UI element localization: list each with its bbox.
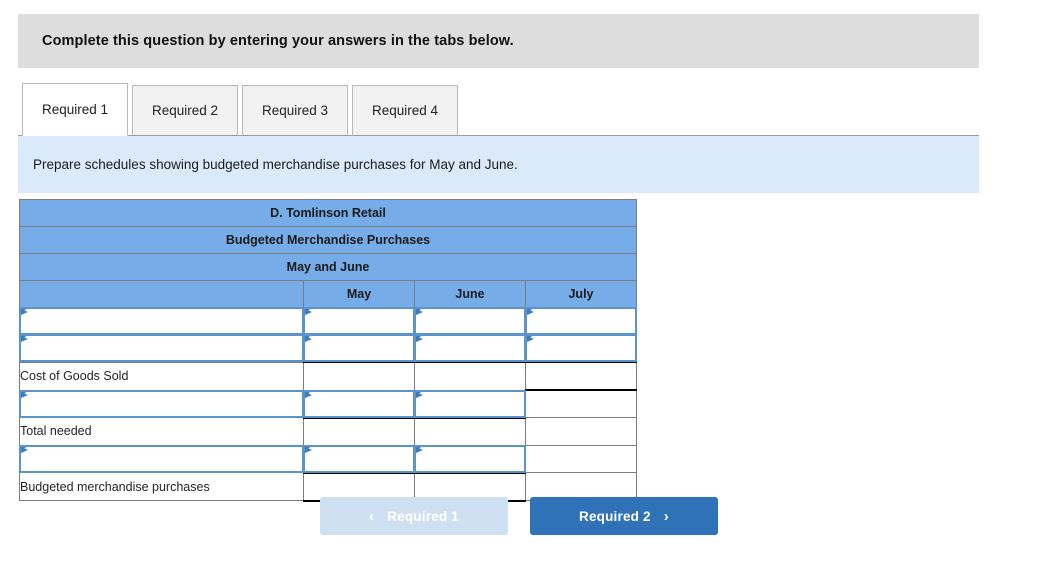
row-6-may-cell[interactable] <box>303 444 415 473</box>
requirement-navigation: ‹ Required 1 Required 2 › <box>0 497 1038 535</box>
question-banner: Complete this question by entering your … <box>18 14 979 68</box>
requirement-tabstrip: Required 1 Required 2 Required 3 Require… <box>18 81 979 136</box>
tab-required-3[interactable]: Required 3 <box>242 85 348 136</box>
row-1-july-input[interactable] <box>525 307 637 335</box>
row-1-june-cell[interactable] <box>414 307 526 335</box>
row-4-july-cell <box>525 389 637 418</box>
row-4-may-cell[interactable] <box>303 389 415 418</box>
budget-worksheet-table: D. Tomlinson Retail Budgeted Merchandise… <box>19 199 637 502</box>
chevron-left-icon: ‹ <box>369 507 375 525</box>
row-2-may-input[interactable] <box>303 334 415 362</box>
row-2-july-input[interactable] <box>525 334 637 362</box>
previous-requirement-label: Required 1 <box>387 508 459 524</box>
row-2-may-cell[interactable] <box>303 334 415 363</box>
row-6-description-cell[interactable] <box>19 444 304 473</box>
row-cost-of-goods-sold-july-cell <box>525 361 637 391</box>
row-1-description-cell[interactable] <box>19 307 304 335</box>
row-cost-of-goods-sold-label: Cost of Goods Sold <box>19 361 304 391</box>
row-total-needed-july-cell <box>525 417 637 446</box>
row-total-needed-june-cell <box>414 416 526 446</box>
tab-required-4-label: Required 4 <box>371 103 439 118</box>
next-requirement-label: Required 2 <box>579 508 651 524</box>
row-4-june-cell[interactable] <box>414 389 526 418</box>
row-cost-of-goods-sold-may-cell <box>303 361 415 391</box>
tab-required-1-label: Required 1 <box>41 102 109 117</box>
row-2-june-cell[interactable] <box>414 334 526 363</box>
instruction-text: Prepare schedules showing budgeted merch… <box>33 157 518 172</box>
row-4-description-input[interactable] <box>19 389 304 418</box>
row-6-may-input[interactable] <box>303 444 415 473</box>
chevron-right-icon: › <box>663 507 669 525</box>
row-total-needed-label: Total needed <box>19 417 304 446</box>
worksheet-period: May and June <box>19 253 637 281</box>
worksheet-company-name: D. Tomlinson Retail <box>19 199 637 227</box>
table-row <box>19 334 637 363</box>
column-header-description <box>19 280 304 308</box>
next-requirement-button[interactable]: Required 2 › <box>530 497 718 535</box>
row-1-may-input[interactable] <box>303 307 415 335</box>
worksheet-title-row-2: Budgeted Merchandise Purchases <box>19 226 637 254</box>
tab-required-4[interactable]: Required 4 <box>352 85 458 136</box>
worksheet-column-header-row: May June July <box>19 280 637 308</box>
worksheet-title-row-1: D. Tomlinson Retail <box>19 199 637 227</box>
worksheet-title-row-3: May and June <box>19 253 637 281</box>
tab-required-3-label: Required 3 <box>261 103 329 118</box>
row-1-june-input[interactable] <box>414 307 526 335</box>
table-row: Total needed <box>19 416 637 446</box>
previous-requirement-button[interactable]: ‹ Required 1 <box>320 497 508 535</box>
tab-list: Required 1 Required 2 Required 3 Require… <box>22 83 458 136</box>
row-4-may-input[interactable] <box>303 389 415 418</box>
row-6-july-cell <box>525 444 637 473</box>
tab-required-2[interactable]: Required 2 <box>132 85 238 136</box>
row-2-description-cell[interactable] <box>19 334 304 363</box>
column-header-june: June <box>414 280 526 308</box>
row-4-description-cell[interactable] <box>19 389 304 418</box>
row-1-may-cell[interactable] <box>303 307 415 335</box>
row-4-june-input[interactable] <box>414 389 526 418</box>
worksheet-schedule-name: Budgeted Merchandise Purchases <box>19 226 637 254</box>
row-2-description-input[interactable] <box>19 334 304 363</box>
row-6-description-input[interactable] <box>19 444 304 473</box>
row-total-needed-may-cell <box>303 416 415 446</box>
column-header-may: May <box>303 280 415 308</box>
column-header-july: July <box>525 280 637 308</box>
question-banner-text: Complete this question by entering your … <box>42 33 514 49</box>
row-6-june-cell[interactable] <box>414 444 526 473</box>
tab-required-2-label: Required 2 <box>151 103 219 118</box>
row-1-july-cell[interactable] <box>525 307 637 335</box>
row-cost-of-goods-sold-june-cell <box>414 361 526 391</box>
table-row <box>19 389 637 418</box>
table-row: Cost of Goods Sold <box>19 361 637 391</box>
tab-required-1[interactable]: Required 1 <box>22 83 128 136</box>
table-row <box>19 307 637 335</box>
row-2-july-cell[interactable] <box>525 334 637 363</box>
table-row <box>19 444 637 473</box>
row-6-june-input[interactable] <box>414 444 526 473</box>
row-1-description-input[interactable] <box>19 307 304 335</box>
instruction-bar: Prepare schedules showing budgeted merch… <box>18 136 979 193</box>
row-2-june-input[interactable] <box>414 334 526 362</box>
